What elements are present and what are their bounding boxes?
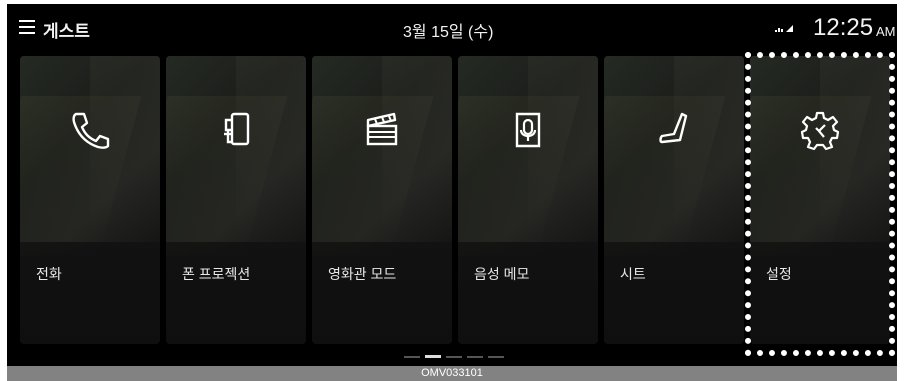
page-dot-active xyxy=(425,355,441,358)
page-dot xyxy=(446,356,462,358)
tile-label: 시트 xyxy=(620,266,646,282)
page-dot xyxy=(404,356,420,358)
figure-caption: OMV033101 xyxy=(7,366,897,381)
menu-icon[interactable] xyxy=(19,20,35,34)
tile-label: 설정 xyxy=(766,266,792,282)
tile-phone[interactable]: 전화 xyxy=(20,56,160,344)
date-display: 3월 15일 (수) xyxy=(403,24,494,41)
page-dot xyxy=(467,356,483,358)
tile-voice-memo[interactable]: 음성 메모 xyxy=(458,56,598,344)
tile-label: 영화관 모드 xyxy=(328,266,397,282)
tile-cinema-mode[interactable]: 영화관 모드 xyxy=(312,56,452,344)
phone-projection-icon xyxy=(224,112,250,146)
seat-icon xyxy=(659,112,688,144)
home-screen: 게스트 3월 15일 (수) 12:25 AM 전화 폰 프로젝션 영화관 모드… xyxy=(7,4,897,366)
voice-memo-icon xyxy=(515,112,541,148)
gear-icon xyxy=(800,111,840,151)
tile-label: 전화 xyxy=(36,266,62,282)
tile-seat[interactable]: 시트 xyxy=(604,56,744,344)
tile-label: 음성 메모 xyxy=(474,266,530,282)
tile-label: 폰 프로젝션 xyxy=(182,266,251,282)
status-bar: 게스트 3월 15일 (수) 12:25 AM xyxy=(7,4,897,56)
phone-icon xyxy=(72,112,110,149)
tile-settings[interactable]: 설정 xyxy=(750,56,890,344)
profile-name[interactable]: 게스트 xyxy=(43,17,90,42)
clock-ampm: AM xyxy=(876,24,896,39)
app-tiles: 전화 폰 프로젝션 영화관 모드 음성 메모 시트 설정 xyxy=(7,56,897,356)
tile-phone-projection[interactable]: 폰 프로젝션 xyxy=(166,56,306,344)
clapperboard-icon xyxy=(366,112,398,146)
clock-time: 12:25 xyxy=(813,14,874,41)
signal-icon xyxy=(775,25,793,32)
page-dot xyxy=(488,356,504,358)
